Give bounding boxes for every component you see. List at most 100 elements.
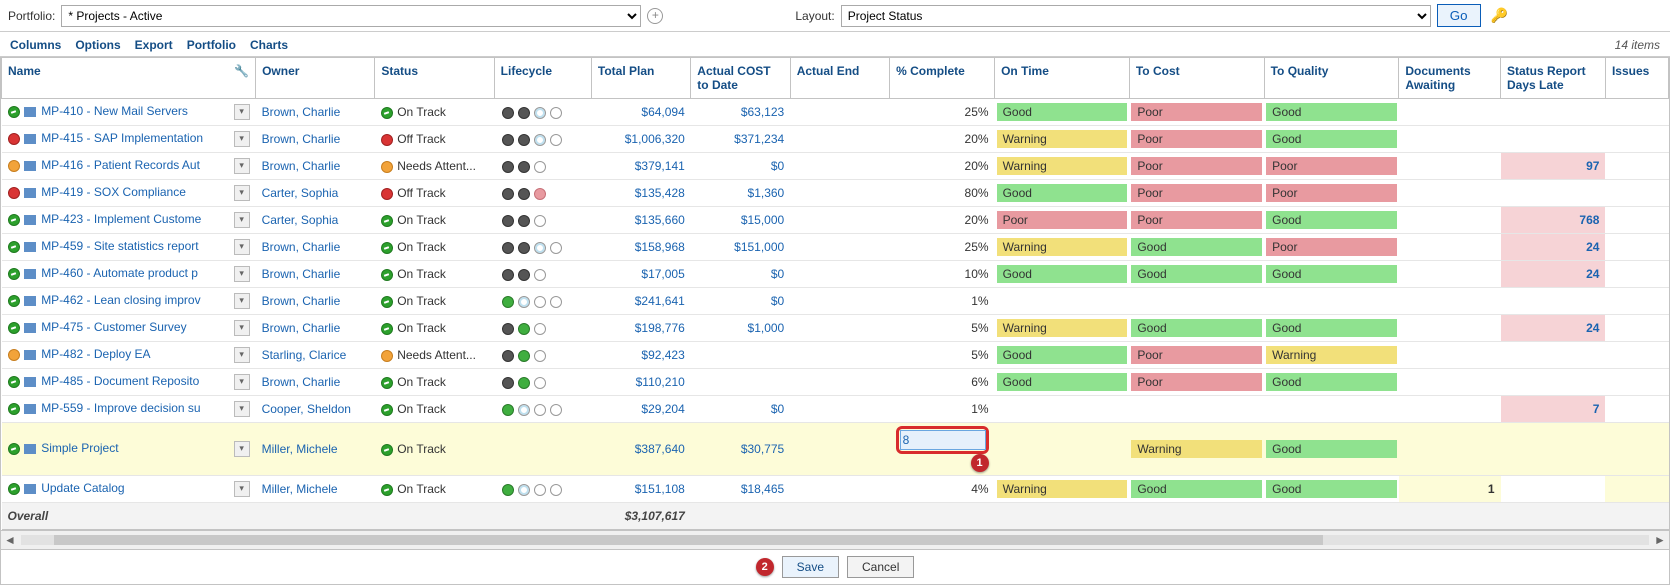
lifecycle-dot[interactable] bbox=[518, 323, 530, 335]
cell-status-report-late[interactable] bbox=[1501, 126, 1606, 153]
lifecycle-dot[interactable] bbox=[518, 484, 530, 496]
cell-status[interactable]: On Track bbox=[375, 396, 494, 423]
col-lifecycle[interactable]: Lifecycle bbox=[494, 58, 591, 99]
cell-to-quality[interactable]: Poor bbox=[1264, 180, 1399, 207]
lifecycle-dot[interactable] bbox=[534, 296, 546, 308]
cell-to-quality[interactable]: Good bbox=[1264, 423, 1399, 476]
cell-status[interactable]: On Track bbox=[375, 99, 494, 126]
cell-status[interactable]: On Track bbox=[375, 476, 494, 503]
cell-on-time[interactable] bbox=[995, 288, 1130, 315]
cell-actual-end[interactable] bbox=[790, 180, 889, 207]
cell-total-plan[interactable]: $135,428 bbox=[591, 180, 690, 207]
row-menu-icon[interactable]: ▾ bbox=[234, 293, 250, 309]
col-actual-end[interactable]: Actual End bbox=[790, 58, 889, 99]
cell-on-time[interactable]: Good bbox=[995, 261, 1130, 288]
cell-pct-complete[interactable]: 25% bbox=[890, 99, 995, 126]
project-link[interactable]: MP-415 - SAP Implementation bbox=[41, 131, 203, 145]
cell-issues[interactable] bbox=[1605, 126, 1668, 153]
cell-to-quality[interactable]: Warning bbox=[1264, 342, 1399, 369]
col-on-time[interactable]: On Time bbox=[995, 58, 1130, 99]
lifecycle-dot[interactable] bbox=[518, 188, 530, 200]
cell-pct-complete[interactable]: 4% bbox=[890, 476, 995, 503]
cell-to-quality[interactable]: Good bbox=[1264, 261, 1399, 288]
cell-total-plan[interactable]: $17,005 bbox=[591, 261, 690, 288]
cell-pct-complete[interactable]: 1 bbox=[890, 423, 995, 476]
cell-lifecycle[interactable] bbox=[494, 153, 591, 180]
lifecycle-dot[interactable] bbox=[550, 296, 562, 308]
cell-actual-cost[interactable]: $0 bbox=[691, 396, 790, 423]
owner-link[interactable]: Brown, Charlie bbox=[262, 132, 341, 146]
table-row[interactable]: MP-410 - New Mail Servers▾Brown, Charlie… bbox=[2, 99, 1669, 126]
cell-to-cost[interactable]: Poor bbox=[1129, 99, 1264, 126]
cell-on-time[interactable]: Warning bbox=[995, 126, 1130, 153]
cell-lifecycle[interactable] bbox=[494, 99, 591, 126]
table-row[interactable]: MP-462 - Lean closing improv▾Brown, Char… bbox=[2, 288, 1669, 315]
cell-issues[interactable] bbox=[1605, 261, 1668, 288]
cell-owner[interactable]: Brown, Charlie bbox=[256, 153, 375, 180]
cell-actual-cost[interactable]: $0 bbox=[691, 153, 790, 180]
cell-on-time[interactable]: Good bbox=[995, 369, 1130, 396]
lifecycle-dot[interactable] bbox=[534, 107, 546, 119]
cell-actual-end[interactable] bbox=[790, 288, 889, 315]
cell-lifecycle[interactable] bbox=[494, 207, 591, 234]
table-row[interactable]: MP-419 - SOX Compliance▾Carter, Sophia O… bbox=[2, 180, 1669, 207]
cell-to-quality[interactable]: Good bbox=[1264, 99, 1399, 126]
horizontal-scrollbar[interactable]: ◄ ► bbox=[1, 530, 1669, 549]
cell-status[interactable]: Off Track bbox=[375, 126, 494, 153]
cell-total-plan[interactable]: $29,204 bbox=[591, 396, 690, 423]
owner-link[interactable]: Brown, Charlie bbox=[262, 159, 341, 173]
lifecycle-dot[interactable] bbox=[534, 404, 546, 416]
owner-link[interactable]: Brown, Charlie bbox=[262, 267, 341, 281]
project-link[interactable]: MP-419 - SOX Compliance bbox=[41, 185, 186, 199]
cell-actual-cost[interactable]: $0 bbox=[691, 261, 790, 288]
cell-actual-end[interactable] bbox=[790, 315, 889, 342]
lifecycle-dot[interactable] bbox=[534, 134, 546, 146]
cell-name[interactable]: MP-410 - New Mail Servers▾ bbox=[2, 99, 256, 126]
cell-actual-cost[interactable]: $1,000 bbox=[691, 315, 790, 342]
cell-lifecycle[interactable] bbox=[494, 261, 591, 288]
owner-link[interactable]: Carter, Sophia bbox=[262, 186, 339, 200]
cell-actual-cost[interactable] bbox=[691, 342, 790, 369]
cell-status-report-late[interactable] bbox=[1501, 180, 1606, 207]
cell-to-cost[interactable]: Poor bbox=[1129, 369, 1264, 396]
cell-to-quality[interactable]: Poor bbox=[1264, 153, 1399, 180]
cell-issues[interactable] bbox=[1605, 207, 1668, 234]
cell-total-plan[interactable]: $110,210 bbox=[591, 369, 690, 396]
col-to-quality[interactable]: To Quality bbox=[1264, 58, 1399, 99]
cell-status[interactable]: On Track bbox=[375, 261, 494, 288]
owner-link[interactable]: Cooper, Sheldon bbox=[262, 402, 351, 416]
table-row[interactable]: Update Catalog▾Miller, Michele On Track$… bbox=[2, 476, 1669, 503]
cell-docs[interactable] bbox=[1399, 396, 1501, 423]
cell-on-time[interactable] bbox=[995, 396, 1130, 423]
scroll-left-icon[interactable]: ◄ bbox=[1, 533, 19, 547]
cell-to-quality[interactable]: Good bbox=[1264, 476, 1399, 503]
menu-portfolio[interactable]: Portfolio bbox=[187, 38, 236, 52]
table-row[interactable]: Simple Project▾Miller, Michele On Track$… bbox=[2, 423, 1669, 476]
cell-lifecycle[interactable] bbox=[494, 180, 591, 207]
row-menu-icon[interactable]: ▾ bbox=[234, 347, 250, 363]
col-status[interactable]: Status bbox=[375, 58, 494, 99]
cell-actual-cost[interactable]: $1,360 bbox=[691, 180, 790, 207]
cell-name[interactable]: MP-475 - Customer Survey▾ bbox=[2, 315, 256, 342]
cell-pct-complete[interactable]: 5% bbox=[890, 315, 995, 342]
cell-status[interactable]: On Track bbox=[375, 369, 494, 396]
lifecycle-dot[interactable] bbox=[518, 296, 530, 308]
owner-link[interactable]: Miller, Michele bbox=[262, 442, 338, 456]
cell-to-cost[interactable]: Warning bbox=[1129, 423, 1264, 476]
go-button[interactable]: Go bbox=[1437, 4, 1481, 27]
scroll-track[interactable] bbox=[21, 535, 1649, 545]
cell-issues[interactable] bbox=[1605, 342, 1668, 369]
cell-to-cost[interactable]: Poor bbox=[1129, 342, 1264, 369]
cell-lifecycle[interactable] bbox=[494, 396, 591, 423]
cell-actual-cost[interactable]: $0 bbox=[691, 288, 790, 315]
cell-lifecycle[interactable] bbox=[494, 423, 591, 476]
lifecycle-dot[interactable] bbox=[534, 323, 546, 335]
cell-status[interactable]: On Track bbox=[375, 207, 494, 234]
table-row[interactable]: MP-482 - Deploy EA▾Starling, Clarice Nee… bbox=[2, 342, 1669, 369]
table-row[interactable]: MP-423 - Implement Custome▾Carter, Sophi… bbox=[2, 207, 1669, 234]
project-link[interactable]: MP-423 - Implement Custome bbox=[41, 212, 201, 226]
lifecycle-dot[interactable] bbox=[518, 107, 530, 119]
lifecycle-dot[interactable] bbox=[550, 484, 562, 496]
owner-link[interactable]: Carter, Sophia bbox=[262, 213, 339, 227]
cell-actual-cost[interactable]: $371,234 bbox=[691, 126, 790, 153]
